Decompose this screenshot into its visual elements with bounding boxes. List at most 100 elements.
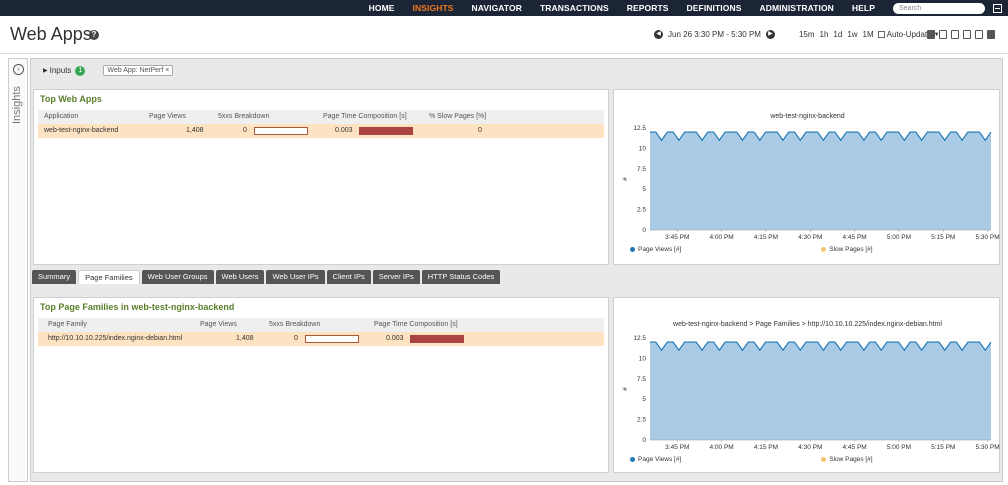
col-slow-pages[interactable]: % Slow Pages [%] bbox=[429, 113, 486, 120]
tab-web-user-groups[interactable]: Web User Groups bbox=[141, 270, 214, 284]
x-tick-label: 5:30 PM bbox=[975, 444, 999, 451]
search-input[interactable]: Search bbox=[893, 2, 985, 14]
tab-summary[interactable]: Summary bbox=[32, 270, 77, 284]
chart-legend: Page Views [#] Slow Pages [#] bbox=[630, 456, 873, 463]
col-page-time[interactable]: Page Time Composition [s] bbox=[323, 113, 407, 120]
zoom-1d[interactable]: 1d bbox=[833, 30, 842, 39]
caret-right-icon[interactable]: ▶ bbox=[43, 67, 48, 74]
legend-item[interactable]: Page Views [#] bbox=[630, 246, 681, 253]
close-icon[interactable]: × bbox=[165, 67, 169, 74]
legend-dot bbox=[821, 457, 827, 462]
page-time-bar bbox=[410, 335, 464, 343]
legend-dot bbox=[630, 457, 635, 462]
auto-update-checkbox[interactable] bbox=[877, 31, 885, 38]
y-tick-label: 10 bbox=[639, 145, 647, 152]
insights-sidebar: › Insights bbox=[8, 58, 28, 482]
x-tick-label: 4:15 PM bbox=[754, 234, 778, 241]
tab-server-ips[interactable]: Server IPs bbox=[372, 270, 420, 284]
legend-label: Page Views [#] bbox=[638, 246, 682, 253]
inputs-count-badge: 1 bbox=[75, 65, 86, 76]
cell-page-family[interactable]: http://10.10.10.225/index.nginx-debian.h… bbox=[48, 335, 182, 342]
cell-slow-pages: 0 bbox=[478, 127, 482, 134]
legend-item[interactable]: Page Views [#] bbox=[630, 456, 681, 463]
external-link-icon[interactable] bbox=[975, 30, 983, 39]
table-row[interactable]: web-test-nginx-backend 1,408 0 0.003 0 bbox=[38, 124, 604, 138]
table-header: Page Family Page Views 5xxs Breakdown Pa… bbox=[38, 318, 604, 332]
zoom-1h[interactable]: 1h bbox=[820, 30, 829, 39]
cell-5xx: 0 bbox=[243, 127, 247, 134]
5xx-bar bbox=[305, 335, 359, 343]
pdf-icon[interactable] bbox=[939, 30, 947, 39]
page-title: Web Apps bbox=[10, 24, 92, 44]
nav-navigator[interactable]: NAVIGATOR bbox=[472, 3, 523, 13]
col-page-views[interactable]: Page Views bbox=[149, 113, 186, 120]
export-icon[interactable] bbox=[951, 30, 959, 39]
col-application[interactable]: Application bbox=[44, 113, 78, 120]
auto-update-label: Auto-Update bbox=[886, 30, 932, 39]
zoom-1M[interactable]: 1M bbox=[863, 30, 874, 39]
filter-chip-label: Web App: NetPerf bbox=[107, 67, 164, 74]
menu-icon[interactable] bbox=[993, 3, 1002, 13]
inputs-label[interactable]: Inputs bbox=[50, 66, 72, 75]
y-tick-label: 12.5 bbox=[633, 335, 646, 342]
col-page-time[interactable]: Page Time Composition [s] bbox=[374, 321, 458, 328]
nav-transactions[interactable]: TRANSACTIONS bbox=[540, 3, 609, 13]
expand-icon[interactable]: › bbox=[13, 64, 24, 75]
tab-page-families[interactable]: Page Families bbox=[78, 270, 140, 284]
cell-page-views: 1,408 bbox=[186, 127, 204, 134]
x-tick-label: 3:45 PM bbox=[665, 444, 689, 451]
settings-icon[interactable] bbox=[963, 30, 971, 39]
legend-label: Slow Pages [#] bbox=[829, 456, 873, 463]
col-5xx-breakdown[interactable]: 5xxs Breakdown bbox=[269, 321, 320, 328]
y-tick-label: 10 bbox=[639, 355, 647, 362]
y-tick-label: 7.5 bbox=[637, 376, 646, 383]
tab-web-users[interactable]: Web Users bbox=[215, 270, 265, 284]
legend-item[interactable]: Slow Pages [#] bbox=[821, 456, 873, 463]
nav-administration[interactable]: ADMINISTRATION bbox=[759, 3, 833, 13]
top-nav: HOME INSIGHTS NAVIGATOR TRANSACTIONS REP… bbox=[0, 0, 1008, 16]
col-page-views[interactable]: Page Views bbox=[200, 321, 237, 328]
cell-application[interactable]: web-test-nginx-backend bbox=[44, 127, 118, 134]
legend-item[interactable]: Slow Pages [#] bbox=[821, 246, 873, 253]
x-tick-label: 4:30 PM bbox=[798, 234, 822, 241]
tab-http-status-codes[interactable]: HTTP Status Codes bbox=[421, 270, 501, 284]
legend-label: Page Views [#] bbox=[638, 456, 682, 463]
x-tick-label: 5:30 PM bbox=[975, 234, 999, 241]
tab-client-ips[interactable]: Client IPs bbox=[326, 270, 371, 284]
page-family-chart: web-test-nginx-backend > Page Families >… bbox=[622, 321, 1000, 451]
page-families-panel: Top Page Families in web-test-nginx-back… bbox=[33, 297, 609, 473]
time-range[interactable]: Jun 26 3:30 PM - 5:30 PM bbox=[668, 30, 761, 39]
tab-web-user-ips[interactable]: Web User IPs bbox=[266, 270, 325, 284]
calendar-icon[interactable] bbox=[987, 30, 995, 39]
cell-page-time: 0.003 bbox=[335, 127, 353, 134]
nav-reports[interactable]: REPORTS bbox=[627, 3, 669, 13]
nav-home[interactable]: HOME bbox=[369, 3, 395, 13]
x-tick-label: 4:45 PM bbox=[842, 444, 866, 451]
save-icon[interactable] bbox=[927, 30, 935, 39]
help-icon[interactable]: ? bbox=[89, 30, 99, 40]
prev-time-icon[interactable]: ◀ bbox=[654, 30, 663, 39]
nav-help[interactable]: HELP bbox=[852, 3, 875, 13]
page-views-area bbox=[650, 342, 991, 440]
zoom-15m[interactable]: 15m bbox=[799, 30, 815, 39]
next-time-icon[interactable]: ▶ bbox=[765, 30, 775, 39]
nav-definitions[interactable]: DEFINITIONS bbox=[687, 3, 742, 13]
inputs-row: ▶ Inputs 1 Web App: NetPerf × bbox=[43, 65, 174, 76]
col-5xx-breakdown[interactable]: 5xxs Breakdown bbox=[218, 113, 269, 120]
5xx-bar bbox=[254, 127, 308, 135]
table-row[interactable]: http://10.10.10.225/index.nginx-debian.h… bbox=[38, 332, 604, 346]
page-views-chart: web-test-nginx-backend 0 2.5 5 7.5 10 12.5 #3:4… bbox=[622, 113, 1000, 241]
x-tick-label: 4:00 PM bbox=[710, 234, 734, 241]
panel-title: Top Web Apps bbox=[40, 94, 102, 104]
toolbar-icons bbox=[927, 30, 995, 39]
x-tick-label: 5:00 PM bbox=[887, 444, 911, 451]
nav-insights[interactable]: INSIGHTS bbox=[413, 3, 454, 13]
col-page-family[interactable]: Page Family bbox=[48, 321, 87, 328]
x-tick-label: 5:15 PM bbox=[931, 444, 955, 451]
x-tick-label: 4:00 PM bbox=[710, 444, 734, 451]
legend-dot bbox=[630, 247, 635, 252]
top-chart-panel: web-test-nginx-backend 0 2.5 5 7.5 10 12.5 #3:4… bbox=[613, 89, 1000, 265]
filter-chip[interactable]: Web App: NetPerf × bbox=[103, 65, 174, 76]
zoom-1w[interactable]: 1w bbox=[847, 30, 857, 39]
y-tick-label: 0 bbox=[642, 437, 646, 444]
